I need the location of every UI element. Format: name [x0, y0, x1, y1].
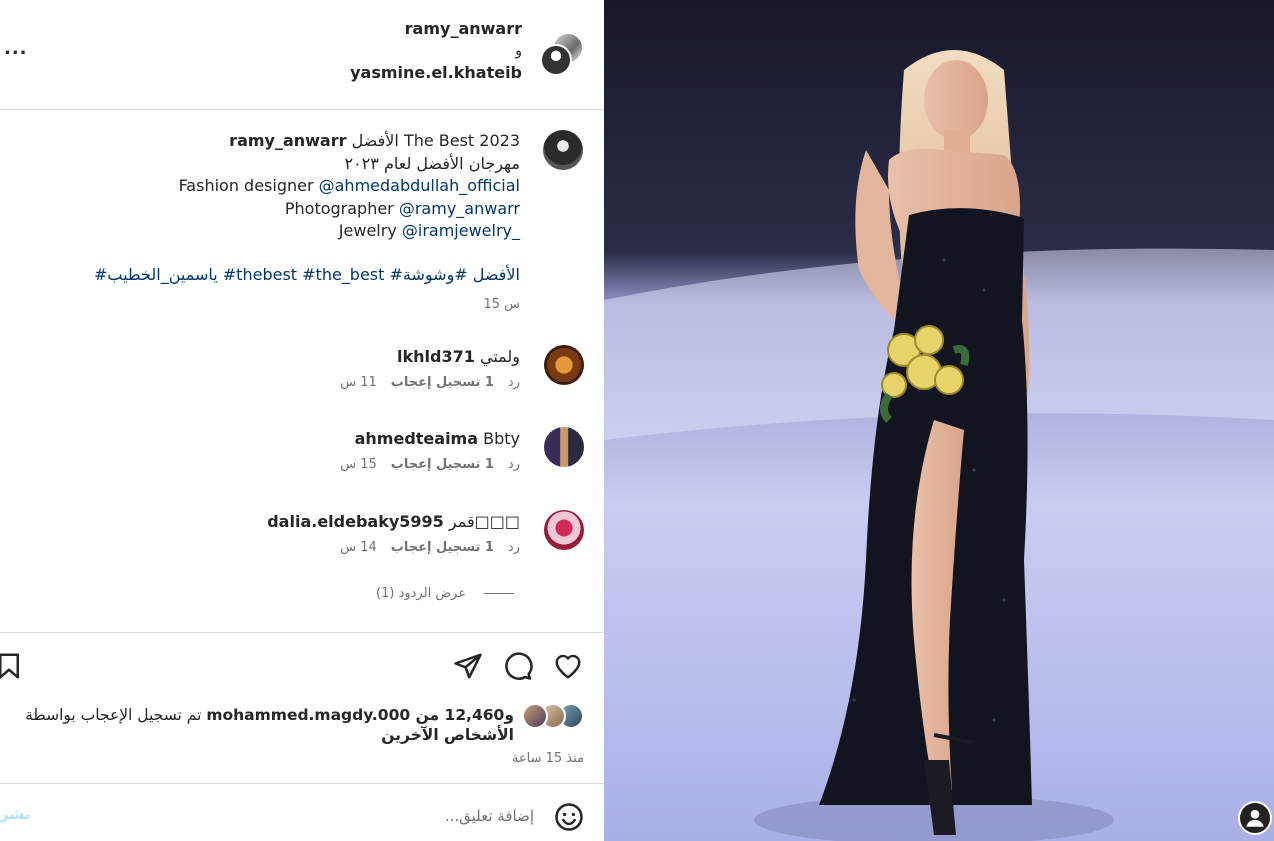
- caption-line-2: مهرجان الأفضل لعام ٢٠٢٣: [344, 153, 520, 173]
- profile-account-button[interactable]: [1238, 801, 1272, 835]
- emoji-icon[interactable]: [554, 802, 584, 832]
- comment-item: ahmedteaima Bbty رد 1 تسجيل إعجاب 15 س: [0, 427, 584, 487]
- post-authors: ramy_anwarr و yasmine.el.khateib: [350, 18, 522, 84]
- caption-avatar[interactable]: [543, 130, 583, 170]
- post-caption: ramy_anwarr الأفضل The Best 2023 مهرجان …: [80, 130, 520, 243]
- comment-meta: رد 1 تسجيل إعجاب 15 س: [326, 457, 520, 472]
- person-icon: [1246, 809, 1264, 827]
- comment-likes[interactable]: 1 تسجيل إعجاب: [391, 375, 494, 390]
- reply-button[interactable]: رد: [508, 375, 520, 390]
- comment-text: ahmedteaima Bbty: [355, 429, 520, 448]
- view-replies-button[interactable]: عرض الردود (1): [376, 586, 514, 601]
- comment-likes[interactable]: 1 تسجيل إعجاب: [391, 540, 494, 555]
- post-timestamp: منذ 15 ساعة: [511, 751, 584, 766]
- comment-avatar[interactable]: [544, 510, 584, 550]
- caption-label-jewelry: Jewelry: [338, 221, 402, 240]
- comment-avatar[interactable]: [544, 427, 584, 467]
- caption-label-photographer: Photographer: [284, 198, 399, 218]
- author-conjunction: و: [515, 43, 522, 59]
- caption-line-4: Photographer @ramy_anwarr: [80, 198, 520, 221]
- comment-bubble-icon[interactable]: [503, 651, 533, 681]
- comment-item: dalia.eldebaky5995 قمر□□□ رد 1 تسجيل إعجا…: [0, 510, 584, 570]
- comment-likes[interactable]: 1 تسجيل إعجاب: [391, 457, 494, 472]
- add-comment-bar: نشر: [0, 785, 604, 841]
- likes-prefix: تم تسجيل الإعجاب بواسطة: [25, 706, 207, 724]
- comment-text: dalia.eldebaky5995 قمر□□□: [267, 512, 520, 531]
- post-image: [604, 0, 1274, 841]
- comment-text: lkhld371 ولمتي: [397, 347, 520, 366]
- caption-username[interactable]: ramy_anwarr: [229, 131, 346, 150]
- comment-time: 14 س: [340, 540, 377, 555]
- comment-time: 15 س: [340, 457, 377, 472]
- liker-avatars: [520, 703, 584, 729]
- mention-jewelry[interactable]: @iramjewelry_: [402, 221, 520, 240]
- post-header: ... ramy_anwarr و yasmine.el.khateib: [0, 0, 604, 110]
- reply-button[interactable]: رد: [508, 540, 520, 555]
- liker-avatar[interactable]: [522, 703, 548, 729]
- like-heart-icon[interactable]: [553, 651, 583, 681]
- comment-avatar[interactable]: [544, 345, 584, 385]
- comment-input[interactable]: [54, 799, 534, 833]
- save-bookmark-icon[interactable]: [0, 651, 24, 681]
- author-avatar-1[interactable]: [540, 44, 572, 76]
- hashtag-list[interactable]: #ياسمين_الخطيب #thebest #the_best #الأفض…: [94, 265, 520, 284]
- likes-summary: تم تسجيل الإعجاب بواسطة mohammed.magdy.0…: [0, 703, 584, 749]
- view-replies-label[interactable]: عرض الردود (1): [376, 586, 466, 601]
- comment-username[interactable]: lkhld371: [397, 347, 475, 366]
- comment-body: ولمتي: [479, 347, 520, 366]
- more-options-button[interactable]: ...: [4, 38, 27, 60]
- caption-time: 15 س: [483, 297, 520, 312]
- comment-meta: رد 1 تسجيل إعجاب 11 س: [326, 375, 520, 390]
- reply-button[interactable]: رد: [508, 457, 520, 472]
- author-username-2[interactable]: yasmine.el.khateib: [350, 62, 522, 84]
- post-actions-section: تم تسجيل الإعجاب بواسطة mohammed.magdy.0…: [0, 632, 604, 784]
- comment-body: Bbty: [483, 429, 520, 448]
- post-side-panel: ... ramy_anwarr و yasmine.el.khateib ram…: [0, 0, 604, 841]
- comment-item: lkhld371 ولمتي رد 1 تسجيل إعجاب 11 س: [0, 345, 584, 405]
- comment-time: 11 س: [340, 375, 377, 390]
- comment-username[interactable]: ahmedteaima: [355, 429, 478, 448]
- comment-meta: رد 1 تسجيل إعجاب 14 س: [326, 540, 520, 555]
- post-photo[interactable]: [604, 0, 1274, 841]
- caption-title: الأفضل The Best 2023: [346, 131, 520, 150]
- comment-username[interactable]: dalia.eldebaky5995: [267, 512, 444, 531]
- caption-hashtags[interactable]: #ياسمين_الخطيب #thebest #the_best #الأفض…: [94, 265, 520, 284]
- mention-photographer[interactable]: @ramy_anwarr: [399, 199, 520, 218]
- mention-designer[interactable]: @ahmedabdullah_official: [319, 176, 520, 195]
- replies-divider: [484, 593, 514, 594]
- share-send-icon[interactable]: [453, 651, 483, 681]
- likes-text: تم تسجيل الإعجاب بواسطة mohammed.magdy.0…: [0, 705, 514, 745]
- caption-line-1: ramy_anwarr الأفضل The Best 2023: [80, 130, 520, 153]
- author-username-1[interactable]: ramy_anwarr: [350, 18, 522, 40]
- post-comment-button[interactable]: نشر: [0, 805, 30, 823]
- liker-username[interactable]: mohammed.magdy.000: [206, 706, 410, 724]
- comment-body: قمر□□□: [448, 512, 520, 531]
- caption-line-3: Fashion designer @ahmedabdullah_official: [80, 175, 520, 198]
- instagram-post-view: ... ramy_anwarr و yasmine.el.khateib ram…: [0, 0, 1274, 841]
- caption-line-5: Jewelry @iramjewelry_: [80, 220, 520, 243]
- caption-label-designer: Fashion designer: [178, 176, 319, 195]
